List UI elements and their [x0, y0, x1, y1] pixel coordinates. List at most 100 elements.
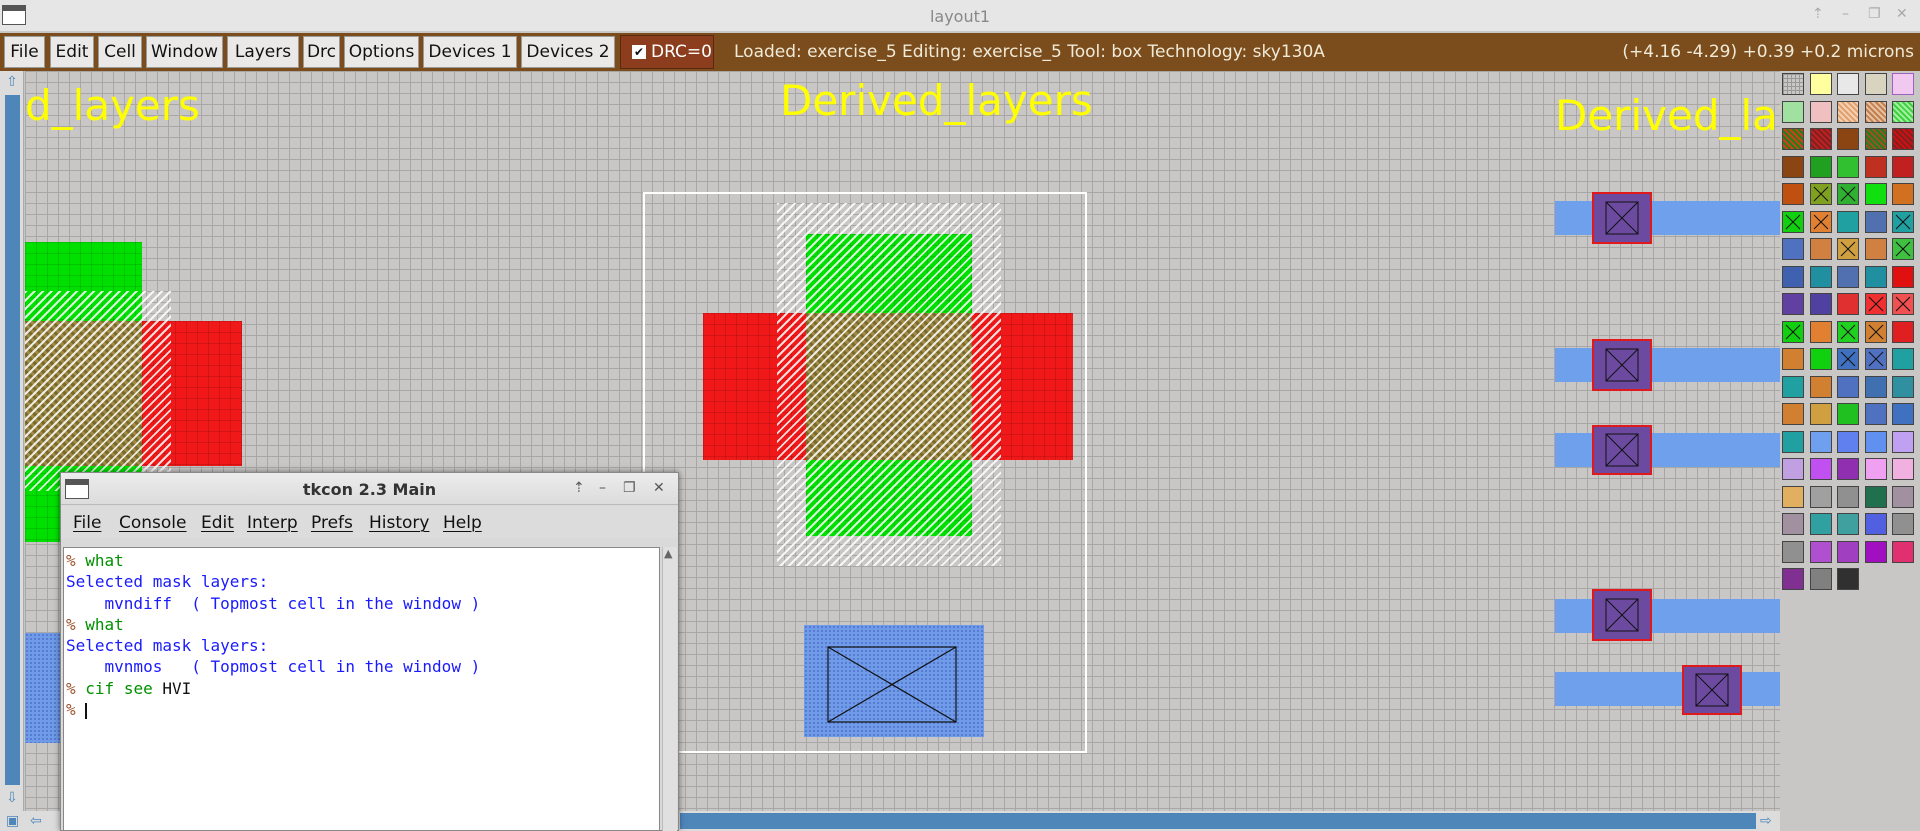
layer-swatch[interactable]: [1782, 320, 1804, 343]
layer-swatch[interactable]: [1809, 128, 1832, 150]
menu-file-button[interactable]: File: [4, 36, 45, 68]
layer-swatch[interactable]: [1892, 458, 1914, 480]
tkcon-keep-above-icon[interactable]: ⇡: [573, 480, 585, 496]
layer-swatch[interactable]: [1809, 293, 1832, 315]
tkcon-scrollbar[interactable]: ▲: [662, 547, 677, 831]
layer-swatch[interactable]: [1809, 540, 1832, 563]
layer-swatch[interactable]: [1892, 293, 1914, 315]
layer-swatch[interactable]: [1837, 73, 1859, 95]
tkcon-minimize-icon[interactable]: –: [599, 480, 606, 496]
layer-swatch[interactable]: [1892, 155, 1914, 178]
menu-options-button[interactable]: Options: [344, 36, 419, 68]
layer-swatch[interactable]: [1837, 210, 1859, 233]
layer-swatch[interactable]: [1892, 348, 1914, 370]
layer-swatch[interactable]: [1837, 183, 1859, 205]
layer-swatch[interactable]: [1782, 265, 1804, 288]
layer-swatch[interactable]: [1864, 430, 1887, 453]
layer-swatch[interactable]: [1892, 210, 1914, 233]
layer-swatch[interactable]: [1782, 73, 1804, 95]
tkcon-scroll-up-icon[interactable]: ▲: [664, 547, 672, 560]
layer-swatch[interactable]: [1782, 540, 1804, 563]
layer-swatch[interactable]: [1892, 513, 1914, 535]
layer-swatch[interactable]: [1809, 73, 1832, 95]
tkcon-console-text[interactable]: % what Selected mask layers: mvndiff ( T…: [63, 547, 660, 831]
tkcon-menu-help[interactable]: Help: [443, 513, 482, 533]
layer-swatch[interactable]: [1892, 238, 1914, 260]
layer-swatch[interactable]: [1809, 458, 1832, 480]
layer-swatch[interactable]: [1782, 210, 1804, 233]
tkcon-maximize-icon[interactable]: ❐: [623, 480, 636, 496]
tkcon-menu-prefs[interactable]: Prefs: [311, 513, 353, 533]
scroll-down-icon[interactable]: ⇩: [4, 789, 20, 807]
layer-swatch[interactable]: [1782, 183, 1804, 205]
layer-swatch[interactable]: [1809, 155, 1832, 178]
close-icon[interactable]: ✕: [1896, 6, 1908, 22]
layer-swatch[interactable]: [1864, 375, 1887, 398]
layer-swatch[interactable]: [1782, 293, 1804, 315]
menu-drc-button[interactable]: Drc: [303, 36, 340, 68]
layer-swatch[interactable]: [1782, 513, 1804, 535]
layer-swatch[interactable]: [1864, 183, 1887, 205]
layer-swatch[interactable]: [1837, 238, 1859, 260]
layer-swatch[interactable]: [1782, 128, 1804, 150]
layer-swatch[interactable]: [1782, 485, 1804, 508]
vertical-scroll-track[interactable]: [5, 95, 20, 785]
layer-swatch[interactable]: [1892, 540, 1914, 563]
layer-swatch[interactable]: [1837, 293, 1859, 315]
menu-window-button[interactable]: Window: [146, 36, 223, 68]
layer-swatch[interactable]: [1864, 403, 1887, 425]
layer-swatch[interactable]: [1892, 265, 1914, 288]
vertical-scrollbar[interactable]: ⇧ ⇩: [0, 71, 24, 811]
menu-devices1-button[interactable]: Devices 1: [423, 36, 517, 68]
layer-swatch[interactable]: [1837, 128, 1859, 150]
corner-icon[interactable]: ▣: [6, 811, 19, 831]
scroll-left-icon[interactable]: ⇦: [30, 811, 42, 831]
tkcon-menu-history[interactable]: History: [369, 513, 429, 533]
layer-swatch[interactable]: [1864, 155, 1887, 178]
layer-swatch[interactable]: [1892, 485, 1914, 508]
layer-swatch[interactable]: [1782, 568, 1804, 590]
layer-swatch[interactable]: [1809, 430, 1832, 453]
menu-layers-button[interactable]: Layers: [227, 36, 299, 68]
layer-swatch[interactable]: [1892, 128, 1914, 150]
layer-swatch[interactable]: [1837, 320, 1859, 343]
layer-swatch[interactable]: [1837, 348, 1859, 370]
layer-swatch[interactable]: [1864, 348, 1887, 370]
layer-swatch[interactable]: [1837, 155, 1859, 178]
layer-swatch[interactable]: [1782, 100, 1804, 123]
layer-swatch[interactable]: [1892, 430, 1914, 453]
layer-swatch[interactable]: [1864, 265, 1887, 288]
tkcon-menu-interp[interactable]: Interp: [247, 513, 298, 533]
layer-swatch[interactable]: [1864, 293, 1887, 315]
layer-swatch[interactable]: [1809, 513, 1832, 535]
layer-swatch[interactable]: [1809, 375, 1832, 398]
layer-swatch[interactable]: [1864, 100, 1887, 123]
console-input-line[interactable]: %: [66, 700, 657, 721]
layer-swatch[interactable]: [1782, 458, 1804, 480]
layer-swatch[interactable]: [1782, 238, 1804, 260]
layer-swatch[interactable]: [1809, 238, 1832, 260]
layer-swatch[interactable]: [1809, 183, 1832, 205]
layer-swatch[interactable]: [1809, 485, 1832, 508]
menu-devices2-button[interactable]: Devices 2: [521, 36, 615, 68]
layer-swatch[interactable]: [1892, 73, 1914, 95]
tkcon-menu-console[interactable]: Console: [119, 513, 187, 533]
minimize-icon[interactable]: –: [1842, 6, 1849, 22]
layer-swatch[interactable]: [1809, 320, 1832, 343]
scroll-up-icon[interactable]: ⇧: [4, 73, 20, 91]
layer-swatch[interactable]: [1809, 348, 1832, 370]
layer-swatch[interactable]: [1782, 155, 1804, 178]
layer-swatch[interactable]: [1809, 568, 1832, 590]
keep-above-icon[interactable]: ⇡: [1812, 6, 1824, 22]
layer-swatch[interactable]: [1864, 540, 1887, 563]
layer-swatch[interactable]: [1837, 513, 1859, 535]
layer-swatch[interactable]: [1864, 210, 1887, 233]
drc-toggle[interactable]: ✔ DRC=0: [620, 35, 714, 69]
layer-swatch[interactable]: [1809, 403, 1832, 425]
layer-swatch[interactable]: [1837, 403, 1859, 425]
layer-swatch[interactable]: [1837, 540, 1859, 563]
layer-swatch[interactable]: [1809, 265, 1832, 288]
layer-swatch[interactable]: [1892, 320, 1914, 343]
layer-swatch[interactable]: [1837, 265, 1859, 288]
layer-swatch[interactable]: [1782, 375, 1804, 398]
